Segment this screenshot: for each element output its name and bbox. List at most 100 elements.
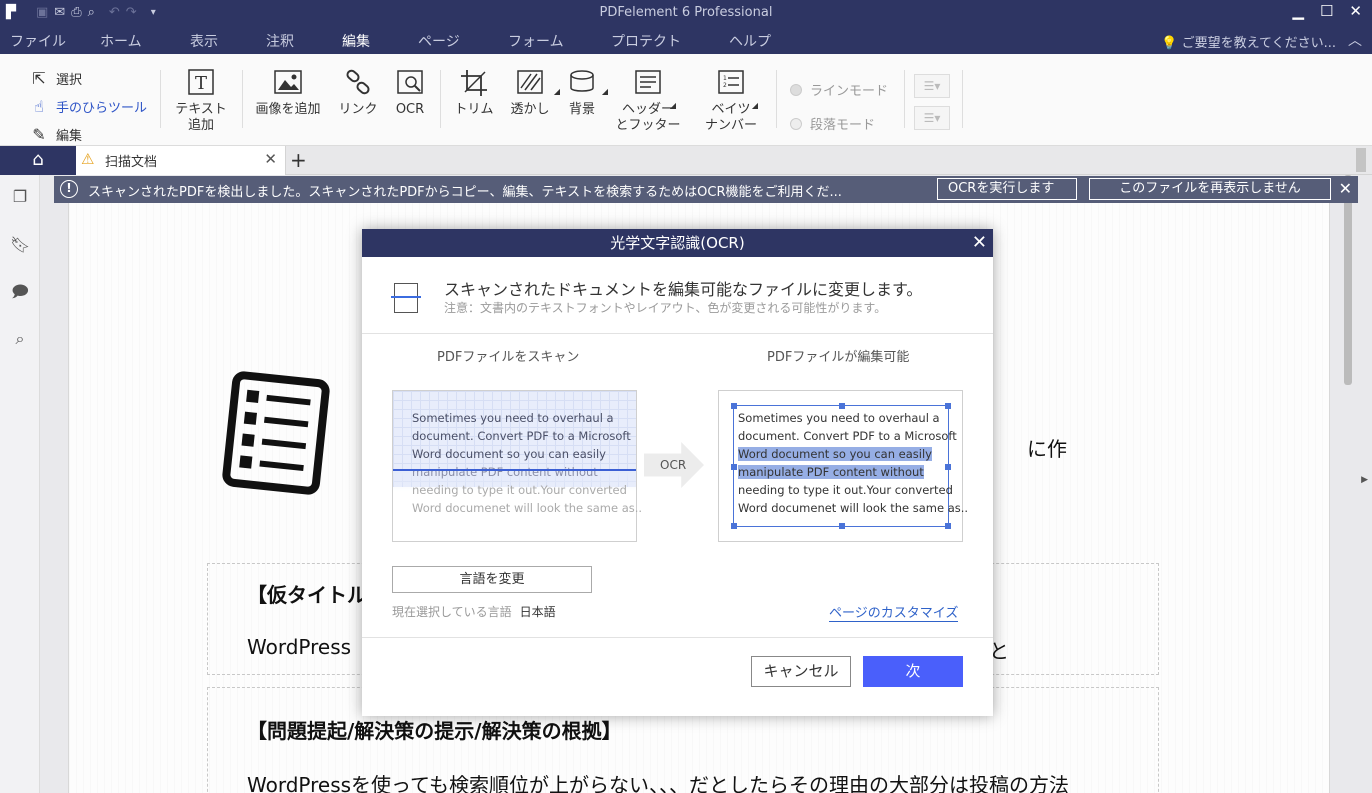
menu-file[interactable]: ファイル [10, 31, 66, 51]
crop-button[interactable]: トリム [452, 68, 496, 118]
menu-help[interactable]: ヘルプ [729, 31, 771, 51]
menu-home[interactable]: ホーム [100, 31, 142, 51]
link-label: リンク [338, 102, 378, 117]
svg-text:T: T [195, 73, 207, 94]
add-text-label: テキスト 追加 [175, 102, 227, 133]
ocr-notification-bar: ! スキャンされたPDFを検出しました。スキャンされたPDFからコピー、編集、テ… [54, 176, 1358, 203]
align-distribute-button[interactable]: ☰▾ [914, 106, 950, 130]
menu-form[interactable]: フォーム [508, 31, 564, 51]
menu-edit[interactable]: 編集 [342, 31, 370, 51]
current-language-label: 現在選択している言語 [392, 605, 512, 619]
next-button[interactable]: 次 [863, 656, 963, 687]
mode-list: ⇱ 選択 ☝ 手のひらツール ✎ 編集 [28, 64, 147, 148]
preview-line: Sometimes you need to overhaul a [738, 411, 940, 425]
crop-label: トリム [454, 102, 494, 117]
resize-handle [839, 523, 845, 529]
expand-right-panel-icon[interactable]: ▶ [1361, 475, 1368, 485]
highlighted-line: manipulate PDF content without [738, 465, 924, 479]
menu-comment[interactable]: 注釈 [266, 31, 294, 51]
bates-number-label: ベイツ ナンバー [704, 102, 757, 133]
editable-preview-title: PDFファイルが編集可能 [767, 350, 910, 365]
edit-mode[interactable]: ✎ 編集 [28, 120, 147, 148]
align-distribute-icon: ☰▾ [923, 111, 941, 125]
scan-preview: Sometimes you need to overhaul a documen… [392, 390, 642, 542]
watermark-button[interactable]: 透かし ◢ [506, 68, 560, 118]
bates-number-button[interactable]: 12 ベイツ ナンバー ◢ [700, 68, 762, 134]
customize-pages-link[interactable]: ページのカスタマイズ [829, 602, 959, 622]
comment-icon[interactable]: 🗩︎ [10, 281, 30, 301]
align-left-button[interactable]: ☰▾ [914, 74, 950, 98]
close-notification-icon[interactable]: ✕ [1339, 179, 1352, 198]
preview-line: document. Convert PDF to a Microsoft [738, 429, 957, 443]
scan-line [393, 469, 636, 471]
edit-icon: ✎ [32, 124, 46, 144]
background-button[interactable]: 背景 ◢ [560, 68, 608, 118]
home-tab[interactable]: ⌂ [0, 146, 76, 175]
line-mode-label: ラインモード [810, 84, 889, 99]
doc-heading: 【問題提起/解決策の提示/解決策の根拠】 [247, 719, 622, 743]
close-tab-icon[interactable]: ✕ [264, 150, 277, 168]
toolbar-divider [440, 70, 441, 128]
maximize-icon[interactable]: ☐ [1320, 2, 1333, 20]
pages-thumbnail-icon[interactable]: ❐ [10, 187, 30, 207]
change-language-button[interactable]: 言語を変更 [392, 566, 592, 593]
vertical-scrollbar[interactable] [1344, 175, 1352, 385]
add-text-icon: T [188, 69, 214, 95]
dont-show-again-button[interactable]: このファイルを再表示しません [1089, 178, 1331, 200]
preview-line: Word document so you can easily [412, 447, 606, 461]
link-button[interactable]: リンク [334, 68, 382, 118]
select-mode-label: 選択 [56, 72, 83, 88]
preview-line: Word documenet will look the same as.. [738, 501, 969, 515]
menu-view[interactable]: 表示 [190, 31, 218, 51]
header-footer-button[interactable]: ヘッダー とフッター ◢ [614, 68, 682, 134]
line-mode-radio[interactable]: ラインモード [790, 80, 888, 99]
menu-page[interactable]: ページ [418, 31, 460, 51]
dropdown-arrow-icon: ◢ [601, 87, 608, 96]
toolbar-divider [776, 70, 777, 128]
bookmark-icon[interactable]: 🔖︎ [10, 235, 30, 255]
preview-line: Sometimes you need to overhaul a [412, 411, 614, 425]
minimize-icon[interactable]: ▁ [1292, 2, 1304, 20]
select-mode[interactable]: ⇱ 選択 [28, 64, 147, 92]
image-icon [274, 70, 302, 94]
watermark-label: 透かし [510, 102, 550, 117]
add-image-button[interactable]: 画像を追加 [252, 68, 324, 118]
add-text-button[interactable]: T テキスト 追加 [172, 68, 230, 134]
scan-document-icon [391, 283, 421, 313]
collapse-ribbon-icon[interactable]: ︿ [1348, 30, 1362, 50]
dialog-intro: スキャンされたドキュメントを編集可能なファイルに変更します。 注意：文書内のテキ… [362, 257, 993, 334]
document-tab[interactable]: ⚠ 扫描文档 ✕ [76, 146, 286, 175]
preview-line: document. Convert PDF to a Microsoft [412, 429, 631, 443]
search-icon[interactable]: ⌕ [10, 329, 30, 349]
paragraph-mode-radio[interactable]: 段落モード [790, 114, 875, 133]
paragraph-mode-label: 段落モード [810, 118, 876, 133]
menu-bar: ファイル ホーム 表示 注釈 編集 ページ フォーム プロテクト ヘルプ 💡 ご… [0, 26, 1372, 54]
run-ocr-button[interactable]: OCRを実行します [937, 178, 1077, 200]
feedback-link[interactable]: 💡 ご要望を教えてください... [1161, 32, 1336, 51]
cancel-button[interactable]: キャンセル [751, 656, 851, 687]
current-language: 現在選択している言語 日本語 [392, 603, 556, 620]
close-dialog-icon[interactable]: ✕ [972, 229, 987, 257]
ribbon-toolbar: ⇱ 選択 ☝ 手のひらツール ✎ 編集 T テキスト 追加 画像を追加 リンク OCR… [0, 54, 1372, 146]
edit-mode-label: 編集 [56, 128, 83, 144]
watermark-icon [517, 70, 543, 94]
ocr-button[interactable]: OCR [390, 68, 430, 118]
home-icon: ⌂ [32, 149, 44, 170]
title-bar: ▛ ▣ ✉ ⎙ ⌕ ↶ ↷ ▾ PDFelement 6 Professiona… [0, 0, 1372, 26]
background-label: 背景 [568, 102, 595, 117]
menu-protect[interactable]: プロテクト [611, 31, 681, 51]
toolbar-divider [904, 70, 905, 128]
preview-line: manipulate PDF content without [412, 465, 598, 479]
new-tab-icon[interactable]: + [290, 148, 307, 172]
background-icon [570, 70, 594, 92]
resize-handle [731, 403, 737, 409]
preview-line: needing to type it out.Your converted [412, 483, 627, 497]
toolbar-divider [160, 70, 161, 128]
toolbar-divider [242, 70, 243, 128]
radio-icon [790, 83, 802, 96]
editable-preview-text: Sometimes you need to overhaul a documen… [738, 409, 968, 517]
lightbulb-icon: 💡 [1161, 36, 1178, 51]
hand-tool-mode[interactable]: ☝ 手のひらツール [28, 92, 147, 120]
align-left-icon: ☰▾ [923, 79, 941, 93]
close-icon[interactable]: ✕ [1349, 2, 1362, 20]
